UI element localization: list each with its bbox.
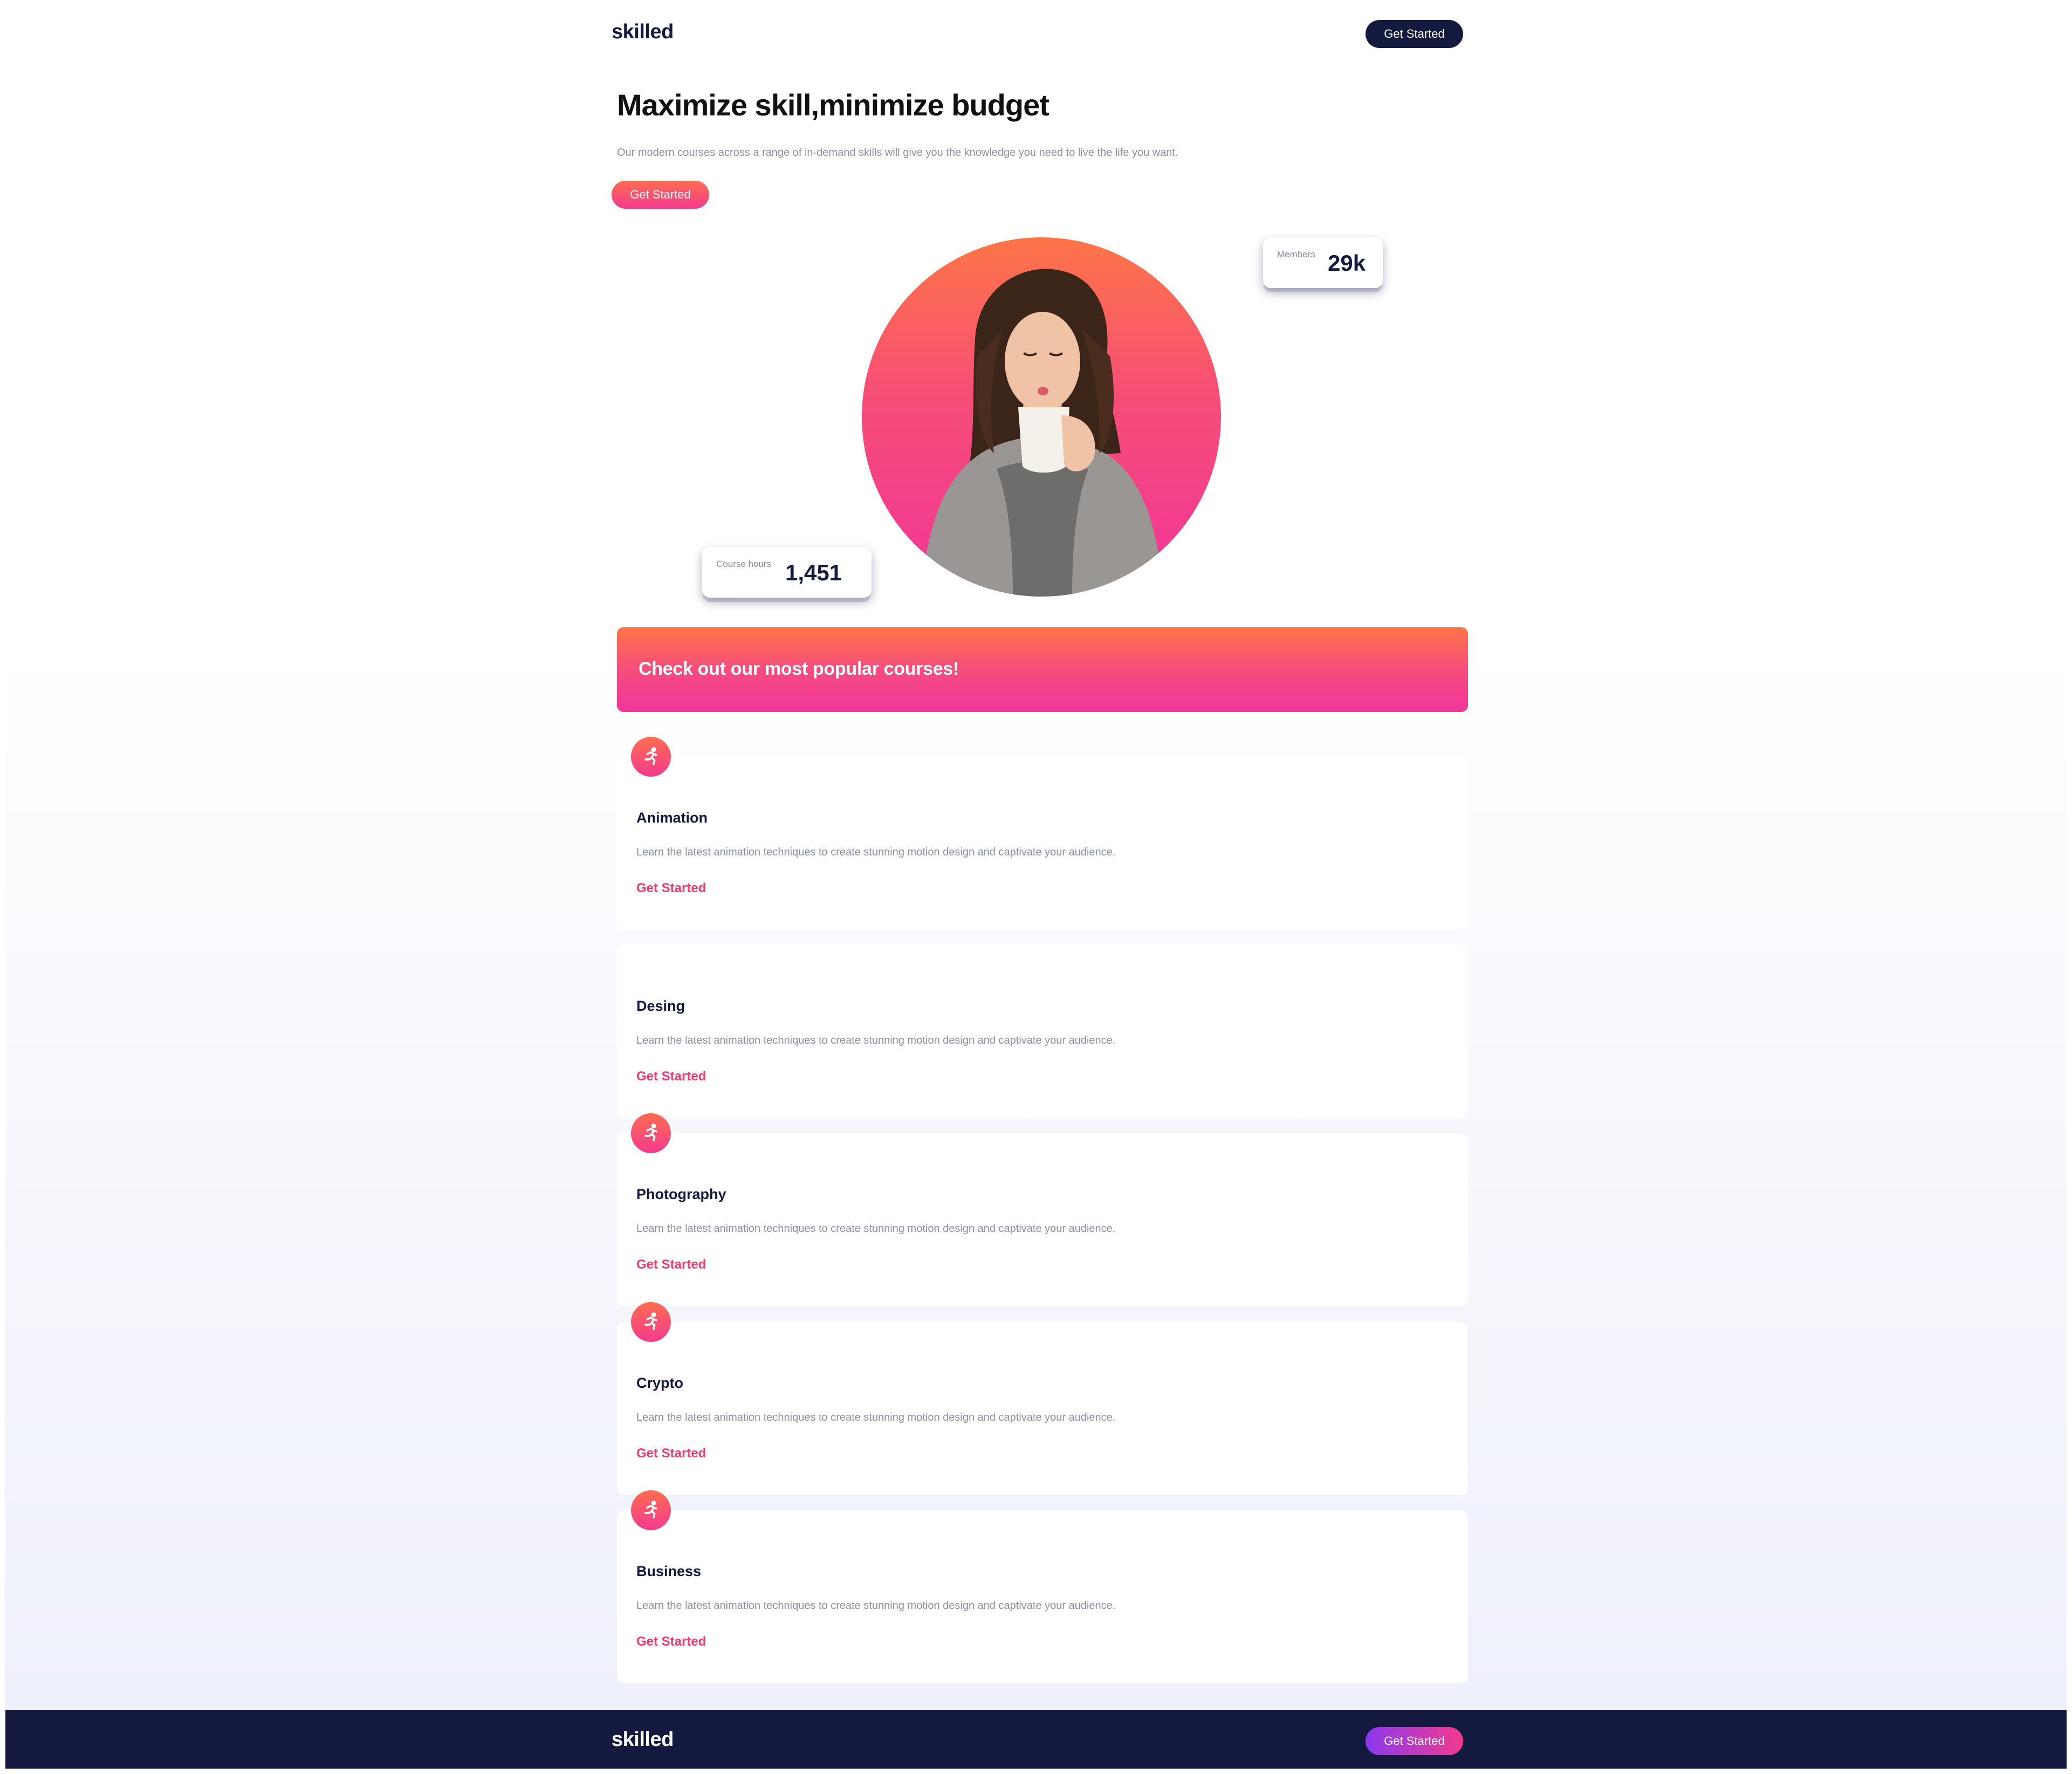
footer-brand-logo[interactable]: skilled <box>612 1728 674 1751</box>
banner-title: Check out our most popular courses! <box>639 659 959 679</box>
course-card-business: Business Learn the latest animation tech… <box>617 1510 1468 1683</box>
course-description: Learn the latest animation techniques to… <box>636 1412 1116 1423</box>
course-get-started-link[interactable]: Get Started <box>636 1069 706 1084</box>
course-description: Learn the latest animation techniques to… <box>636 846 1116 858</box>
site-footer: skilled Get Started <box>5 1710 2067 1769</box>
course-get-started-link[interactable]: Get Started <box>636 1446 706 1461</box>
hero-title: Maximize skill,minimize budget <box>617 88 1049 122</box>
members-stat-value: 29k <box>1328 250 1366 276</box>
hero-image <box>862 237 1221 597</box>
running-person-icon <box>631 1113 671 1153</box>
header-get-started-button[interactable]: Get Started <box>1366 20 1463 48</box>
page: skilled Get Started Maximize skill,minim… <box>5 0 2067 1769</box>
hero-subtitle: Our modern courses across a range of in-… <box>617 147 1178 159</box>
course-title: Animation <box>636 810 708 826</box>
members-stat-card: Members 29k <box>1263 237 1383 288</box>
course-title: Business <box>636 1563 702 1579</box>
course-description: Learn the latest animation techniques to… <box>636 1035 1116 1046</box>
woman-drinking-coffee-illustration <box>921 269 1164 597</box>
course-hours-stat-value: 1,451 <box>785 560 842 585</box>
course-title: Desing <box>636 998 685 1014</box>
brand-logo[interactable]: skilled <box>612 20 674 44</box>
course-hours-stat-card: Course hours 1,451 <box>702 547 872 598</box>
course-title: Photography <box>636 1186 726 1202</box>
popular-courses-banner: Check out our most popular courses! <box>617 627 1468 712</box>
running-person-icon <box>631 1490 671 1530</box>
course-card-crypto: Crypto Learn the latest animation techni… <box>617 1322 1468 1495</box>
course-title: Crypto <box>636 1375 683 1391</box>
course-get-started-link[interactable]: Get Started <box>636 1257 706 1272</box>
course-card-animation: Animation Learn the latest animation tec… <box>617 757 1468 930</box>
running-person-icon <box>631 737 671 777</box>
footer-get-started-button[interactable]: Get Started <box>1366 1727 1463 1755</box>
course-get-started-link[interactable]: Get Started <box>636 1634 706 1649</box>
course-card-desing: Desing Learn the latest animation techni… <box>617 945 1468 1118</box>
running-person-icon <box>631 1302 671 1342</box>
course-card-photography: Photography Learn the latest animation t… <box>617 1133 1468 1306</box>
course-get-started-link[interactable]: Get Started <box>636 881 706 896</box>
course-description: Learn the latest animation techniques to… <box>636 1223 1116 1235</box>
hero-get-started-button[interactable]: Get Started <box>612 181 709 209</box>
course-hours-stat-label: Course hours <box>716 559 772 569</box>
course-description: Learn the latest animation techniques to… <box>636 1600 1116 1612</box>
members-stat-label: Members <box>1277 249 1315 259</box>
